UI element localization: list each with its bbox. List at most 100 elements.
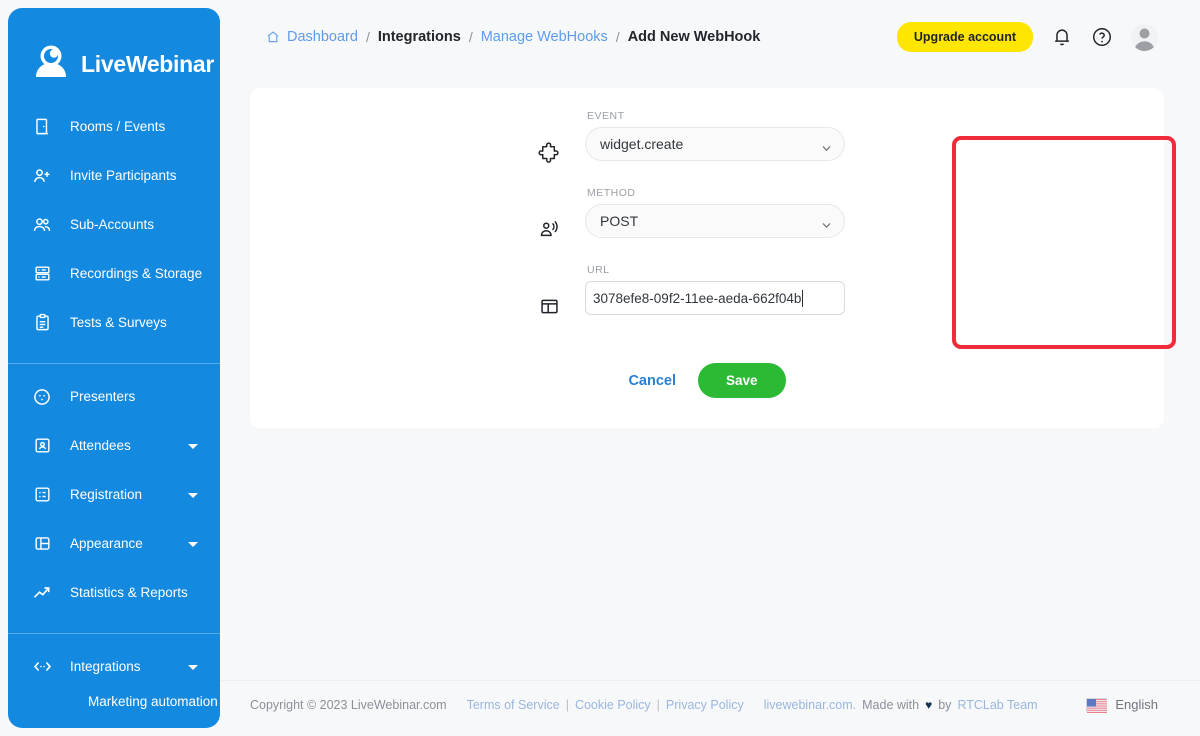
code-brackets-icon [31,656,53,678]
breadcrumb-dashboard[interactable]: Dashboard [287,29,358,45]
bell-icon[interactable] [1051,26,1073,48]
footer-separator: | [656,697,660,712]
app-root: LiveWebinar Rooms / Events Invite Partic… [0,0,1200,736]
avatar[interactable] [1131,23,1158,51]
sidebar-item-label: Attendees [70,438,131,453]
server-icon [31,263,53,285]
chevron-down-icon [821,141,831,152]
sidebar-item-tests-surveys[interactable]: Tests & Surveys [8,298,220,347]
event-select[interactable]: widget.create [585,127,845,161]
sidebar-item-label: Invite Participants [70,168,177,183]
sidebar-item-attendees[interactable]: Attendees [8,421,220,470]
sidebar-item-label: Statistics & Reports [70,585,188,600]
browser-window-icon [537,294,561,318]
webhook-form: EVENT widget.create METHOD POST URL 3078… [538,110,1176,349]
made-with-text: Made with [862,697,920,712]
form-row-url: URL 3078efe8-09f2-11ee-aeda-662f04b [540,264,845,341]
method-select-value: POST [600,213,639,229]
top-bar-actions: Upgrade account [896,22,1158,52]
breadcrumb-add-new-webhook: Add New WebHook [627,29,761,45]
webhook-form-card: EVENT widget.create METHOD POST URL 3078… [250,88,1176,428]
method-select[interactable]: POST [585,204,845,238]
sidebar-item-rooms-events[interactable]: Rooms / Events [8,102,220,151]
language-label[interactable]: English [1115,697,1158,712]
users-icon [31,214,53,236]
sidebar-group-3: Integrations Marketing automation [8,633,220,728]
puzzle-piece-icon [537,140,561,164]
sidebar-item-integrations[interactable]: Integrations [8,642,220,691]
chevron-down-icon[interactable] [188,492,198,498]
form-row-event: EVENT widget.create [538,110,845,187]
layout-icon [31,533,53,555]
red-highlight-box [952,136,1176,349]
sidebar-item-label: Presenters [70,389,136,404]
copyright-text: Copyright © 2023 LiveWebinar.com [250,697,447,712]
livewebinar-site-link[interactable]: livewebinar.com. [764,698,856,712]
sidebar-group-1: Rooms / Events Invite Participants Sub-A… [8,94,220,363]
sidebar-item-label: Registration [70,487,143,502]
heart-icon: ♥ [925,697,933,712]
sidebar-item-invite-participants[interactable]: Invite Participants [8,151,220,200]
breadcrumb-manage-webhooks[interactable]: Manage WebHooks [481,29,608,45]
sidebar-item-marketing-automation[interactable]: Marketing automation [8,691,220,713]
brand-logo[interactable]: LiveWebinar [8,8,220,94]
sidebar-item-recordings-storage[interactable]: Recordings & Storage [8,249,220,298]
livewebinar-logo-icon [30,43,72,85]
help-question-icon[interactable] [1091,26,1113,48]
field-label-method: METHOD [587,187,636,199]
language-selector[interactable]: English [1086,697,1158,713]
rtclab-team-link[interactable]: RTCLab Team [957,698,1037,712]
event-select-value: widget.create [600,136,684,152]
clipboard-icon [31,312,53,334]
footer-separator: | [565,697,569,712]
brand-name: LiveWebinar [81,50,215,77]
sidebar-item-presenters[interactable]: Presenters [8,372,220,421]
url-input[interactable]: 3078efe8-09f2-11ee-aeda-662f04b [585,281,845,315]
door-icon [31,116,53,138]
sidebar-item-label: Marketing automation [88,694,218,709]
sidebar-item-appearance[interactable]: Appearance [8,519,220,568]
form-list-icon [31,484,53,506]
footer-links: Copyright © 2023 LiveWebinar.com Terms o… [250,698,1038,712]
by-text: by [938,697,952,712]
sidebar-item-label: Recordings & Storage [70,266,203,281]
url-input-value: 3078efe8-09f2-11ee-aeda-662f04b [593,290,802,306]
chevron-down-icon[interactable] [188,541,198,547]
sidebar-item-registration[interactable]: Registration [8,470,220,519]
breadcrumb-separator: / [615,29,620,45]
sidebar-item-statistics-reports[interactable]: Statistics & Reports [8,568,220,617]
breadcrumb-integrations[interactable]: Integrations [378,29,461,45]
sidebar-item-sub-accounts[interactable]: Sub-Accounts [8,200,220,249]
chevron-down-icon [821,218,831,229]
form-actions: Cancel Save [250,363,1164,398]
chevron-down-icon[interactable] [188,443,198,449]
chevron-down-icon[interactable] [188,664,198,670]
cookie-policy-link[interactable]: Cookie Policy [575,698,651,712]
breadcrumb: Dashboard / Integrations / Manage WebHoo… [266,29,760,45]
text-cursor [802,289,804,307]
trend-up-icon [31,582,53,604]
sidebar-item-label: Appearance [70,536,143,551]
breadcrumb-separator: / [468,29,473,45]
footer: Copyright © 2023 LiveWebinar.com Terms o… [220,680,1200,728]
presenter-face-icon [31,386,53,408]
us-flag-icon [1086,697,1108,713]
sidebar-item-label: Sub-Accounts [70,217,155,232]
breadcrumb-separator: / [365,29,370,45]
save-button[interactable]: Save [698,363,786,398]
sidebar-group-2: Presenters Attendees Registration Appear… [8,363,220,633]
id-card-icon [31,435,53,457]
user-plus-icon [31,165,53,187]
upgrade-account-button[interactable]: Upgrade account [896,22,1033,52]
field-label-event: EVENT [587,110,625,122]
terms-of-service-link[interactable]: Terms of Service [467,698,560,712]
top-bar: Dashboard / Integrations / Manage WebHoo… [220,8,1200,66]
announce-person-icon [537,217,561,241]
field-label-url: URL [587,264,610,276]
sidebar-item-label: Integrations [70,659,141,674]
sidebar-item-label: Rooms / Events [70,119,166,134]
form-row-method: METHOD POST [540,187,845,264]
privacy-policy-link[interactable]: Privacy Policy [666,698,744,712]
cancel-button[interactable]: Cancel [628,373,676,389]
sidebar-item-label: Tests & Surveys [70,315,167,330]
